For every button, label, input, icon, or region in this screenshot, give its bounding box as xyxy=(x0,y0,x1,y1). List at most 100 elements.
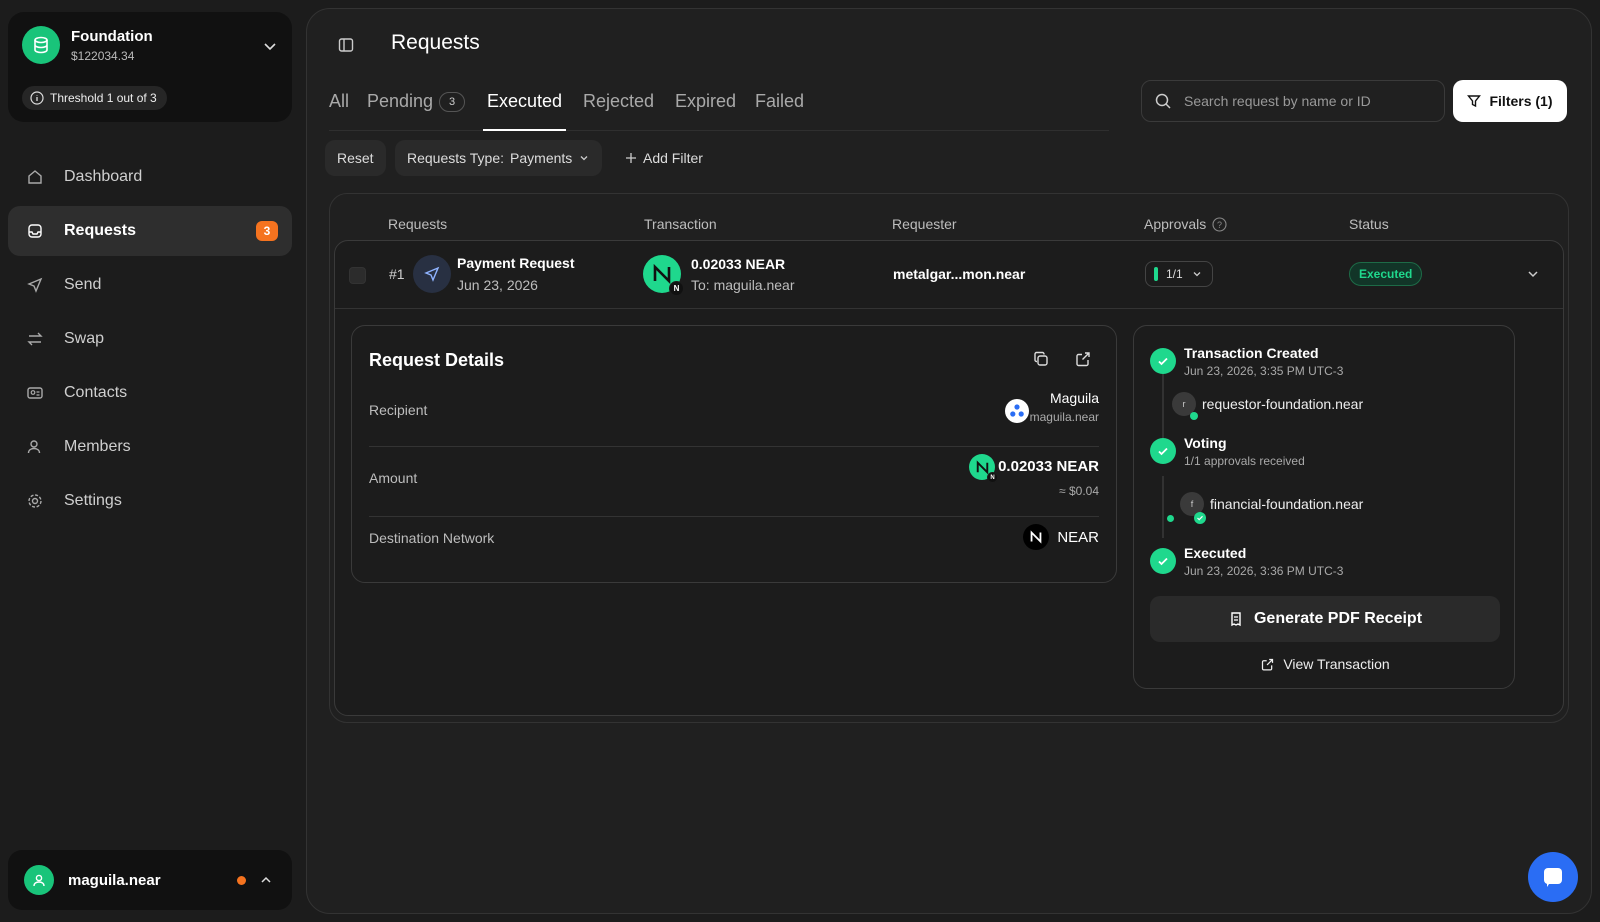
col-header-requests: Requests xyxy=(388,216,448,232)
col-header-status: Status xyxy=(1349,216,1389,232)
org-switcher[interactable]: Foundation $122034.34 Threshold 1 out of… xyxy=(8,12,292,122)
filter-type-label: Requests Type: xyxy=(407,150,505,166)
requests-count-badge: 3 xyxy=(256,221,278,241)
recipient-row: Recipient Maguila maguila.near xyxy=(369,390,1099,444)
approved-icon xyxy=(1194,512,1206,524)
amount-usd: ≈ $0.04 xyxy=(1059,484,1099,498)
request-type-filter[interactable]: Requests Type: Payments xyxy=(395,140,603,176)
search-icon xyxy=(1155,93,1171,109)
generate-pdf-button[interactable]: Generate PDF Receipt xyxy=(1150,596,1500,642)
gear-icon xyxy=(28,494,42,508)
search-input[interactable] xyxy=(1184,93,1424,109)
tab-failed[interactable]: Failed xyxy=(755,91,804,131)
sidebar-item-dashboard[interactable]: Dashboard xyxy=(8,152,292,202)
requests-table: Requests Transaction Requester Approvals… xyxy=(329,193,1569,723)
send-icon xyxy=(27,277,43,293)
approvals-bar xyxy=(1154,267,1158,281)
user-name: maguila.near xyxy=(68,871,161,889)
filters-button[interactable]: Filters (1) xyxy=(1453,80,1567,122)
org-name: Foundation xyxy=(71,28,153,45)
divider xyxy=(369,516,1099,517)
chevron-down-icon xyxy=(1193,272,1201,277)
approvals-count: 1/1 xyxy=(1166,267,1183,281)
request-date: Jun 23, 2026 xyxy=(457,277,538,293)
chevron-down-icon[interactable] xyxy=(1525,266,1541,287)
reset-filters-button[interactable]: Reset xyxy=(325,140,386,176)
filters-label: Filters (1) xyxy=(1489,93,1553,109)
external-link-icon[interactable] xyxy=(1074,350,1092,373)
near-network-icon xyxy=(1023,524,1049,550)
contacts-icon xyxy=(27,387,43,399)
sidebar-item-contacts[interactable]: Contacts xyxy=(8,368,292,418)
sidebar-item-members[interactable]: Members xyxy=(8,422,292,472)
row-checkbox[interactable] xyxy=(349,267,366,284)
sidebar-item-label: Swap xyxy=(64,330,105,347)
request-name: Payment Request xyxy=(457,255,575,271)
timeline-creator: requestor-foundation.near xyxy=(1202,396,1364,412)
transaction-recipient: To: maguila.near xyxy=(691,277,795,293)
tab-expired[interactable]: Expired xyxy=(675,91,736,131)
sidebar-item-send[interactable]: Send xyxy=(8,260,292,310)
add-filter-button[interactable]: Add Filter xyxy=(613,140,715,176)
timeline-voting-title: Voting xyxy=(1184,435,1227,451)
chat-icon xyxy=(1544,868,1562,887)
amount-row: Amount N 0.02033 NEAR ≈ $0.04 xyxy=(369,454,1099,514)
col-header-approvals: Approvals ? xyxy=(1144,216,1227,232)
near-network-icon: N xyxy=(669,281,684,296)
copy-icon[interactable] xyxy=(1032,350,1050,373)
chevron-down-icon[interactable] xyxy=(262,38,278,59)
add-filter-label: Add Filter xyxy=(643,150,703,166)
sidebar-item-label: Contacts xyxy=(64,384,128,401)
svg-text:?: ? xyxy=(1217,220,1222,230)
sidebar-item-label: Dashboard xyxy=(64,168,143,185)
view-transaction-label: View Transaction xyxy=(1283,656,1390,672)
request-timeline: Transaction Created Jun 23, 2026, 3:35 P… xyxy=(1133,325,1515,689)
sidebar-item-label: Requests xyxy=(64,222,137,239)
near-token-icon: N xyxy=(643,255,684,296)
tab-rejected[interactable]: Rejected xyxy=(583,91,654,131)
tab-count: 3 xyxy=(439,92,466,112)
check-icon xyxy=(1150,548,1176,574)
filter-type-value: Payments xyxy=(510,150,573,166)
timeline-voting-sub: 1/1 approvals received xyxy=(1184,454,1305,468)
timeline-created-time: Jun 23, 2026, 3:35 PM UTC-3 xyxy=(1184,364,1344,378)
search-box[interactable] xyxy=(1141,80,1445,122)
sidebar-item-requests[interactable]: Requests 3 xyxy=(8,206,292,256)
tab-label: Pending xyxy=(367,91,434,111)
approvals-dropdown[interactable]: 1/1 xyxy=(1145,261,1213,287)
network-value: NEAR xyxy=(1057,529,1099,546)
sidebar-nav: Dashboard Requests 3 Send Swap Contacts … xyxy=(8,152,292,530)
user-menu[interactable]: maguila.near xyxy=(8,850,292,910)
tab-all[interactable]: All xyxy=(329,91,349,131)
main-panel: Requests All Pending 3 Executed Rejected … xyxy=(306,8,1592,914)
col-header-requester: Requester xyxy=(892,216,957,232)
chat-support-button[interactable] xyxy=(1528,852,1578,902)
amount-value: 0.02033 NEAR xyxy=(998,458,1099,475)
plus-icon xyxy=(626,153,636,163)
sidebar-toggle-icon[interactable] xyxy=(337,36,355,59)
check-icon xyxy=(1150,348,1176,374)
page-title: Requests xyxy=(391,31,480,54)
network-label: Destination Network xyxy=(369,530,495,546)
org-balance: $122034.34 xyxy=(71,49,135,63)
members-icon xyxy=(27,440,41,454)
timeline-executed-time: Jun 23, 2026, 3:36 PM UTC-3 xyxy=(1184,564,1344,578)
timeline-created-title: Transaction Created xyxy=(1184,345,1319,361)
filter-icon xyxy=(1467,95,1482,108)
recipient-account: maguila.near xyxy=(1029,410,1099,424)
help-icon[interactable]: ? xyxy=(1212,216,1227,232)
info-icon xyxy=(30,91,44,105)
check-icon xyxy=(1150,438,1176,464)
sidebar-item-label: Members xyxy=(64,438,131,455)
row-summary[interactable]: #1 Payment Request Jun 23, 2026 N 0.0203… xyxy=(335,241,1563,309)
details-title: Request Details xyxy=(369,350,505,370)
sidebar-item-swap[interactable]: Swap xyxy=(8,314,292,364)
tab-executed[interactable]: Executed xyxy=(483,91,567,131)
sidebar-item-settings[interactable]: Settings xyxy=(8,476,292,526)
view-transaction-link[interactable]: View Transaction xyxy=(1150,652,1500,676)
chevron-up-icon[interactable] xyxy=(258,872,274,893)
external-link-icon xyxy=(1262,658,1274,671)
swap-icon xyxy=(27,332,43,346)
col-header-label: Approvals xyxy=(1144,216,1207,232)
tab-pending[interactable]: Pending 3 xyxy=(367,91,466,131)
